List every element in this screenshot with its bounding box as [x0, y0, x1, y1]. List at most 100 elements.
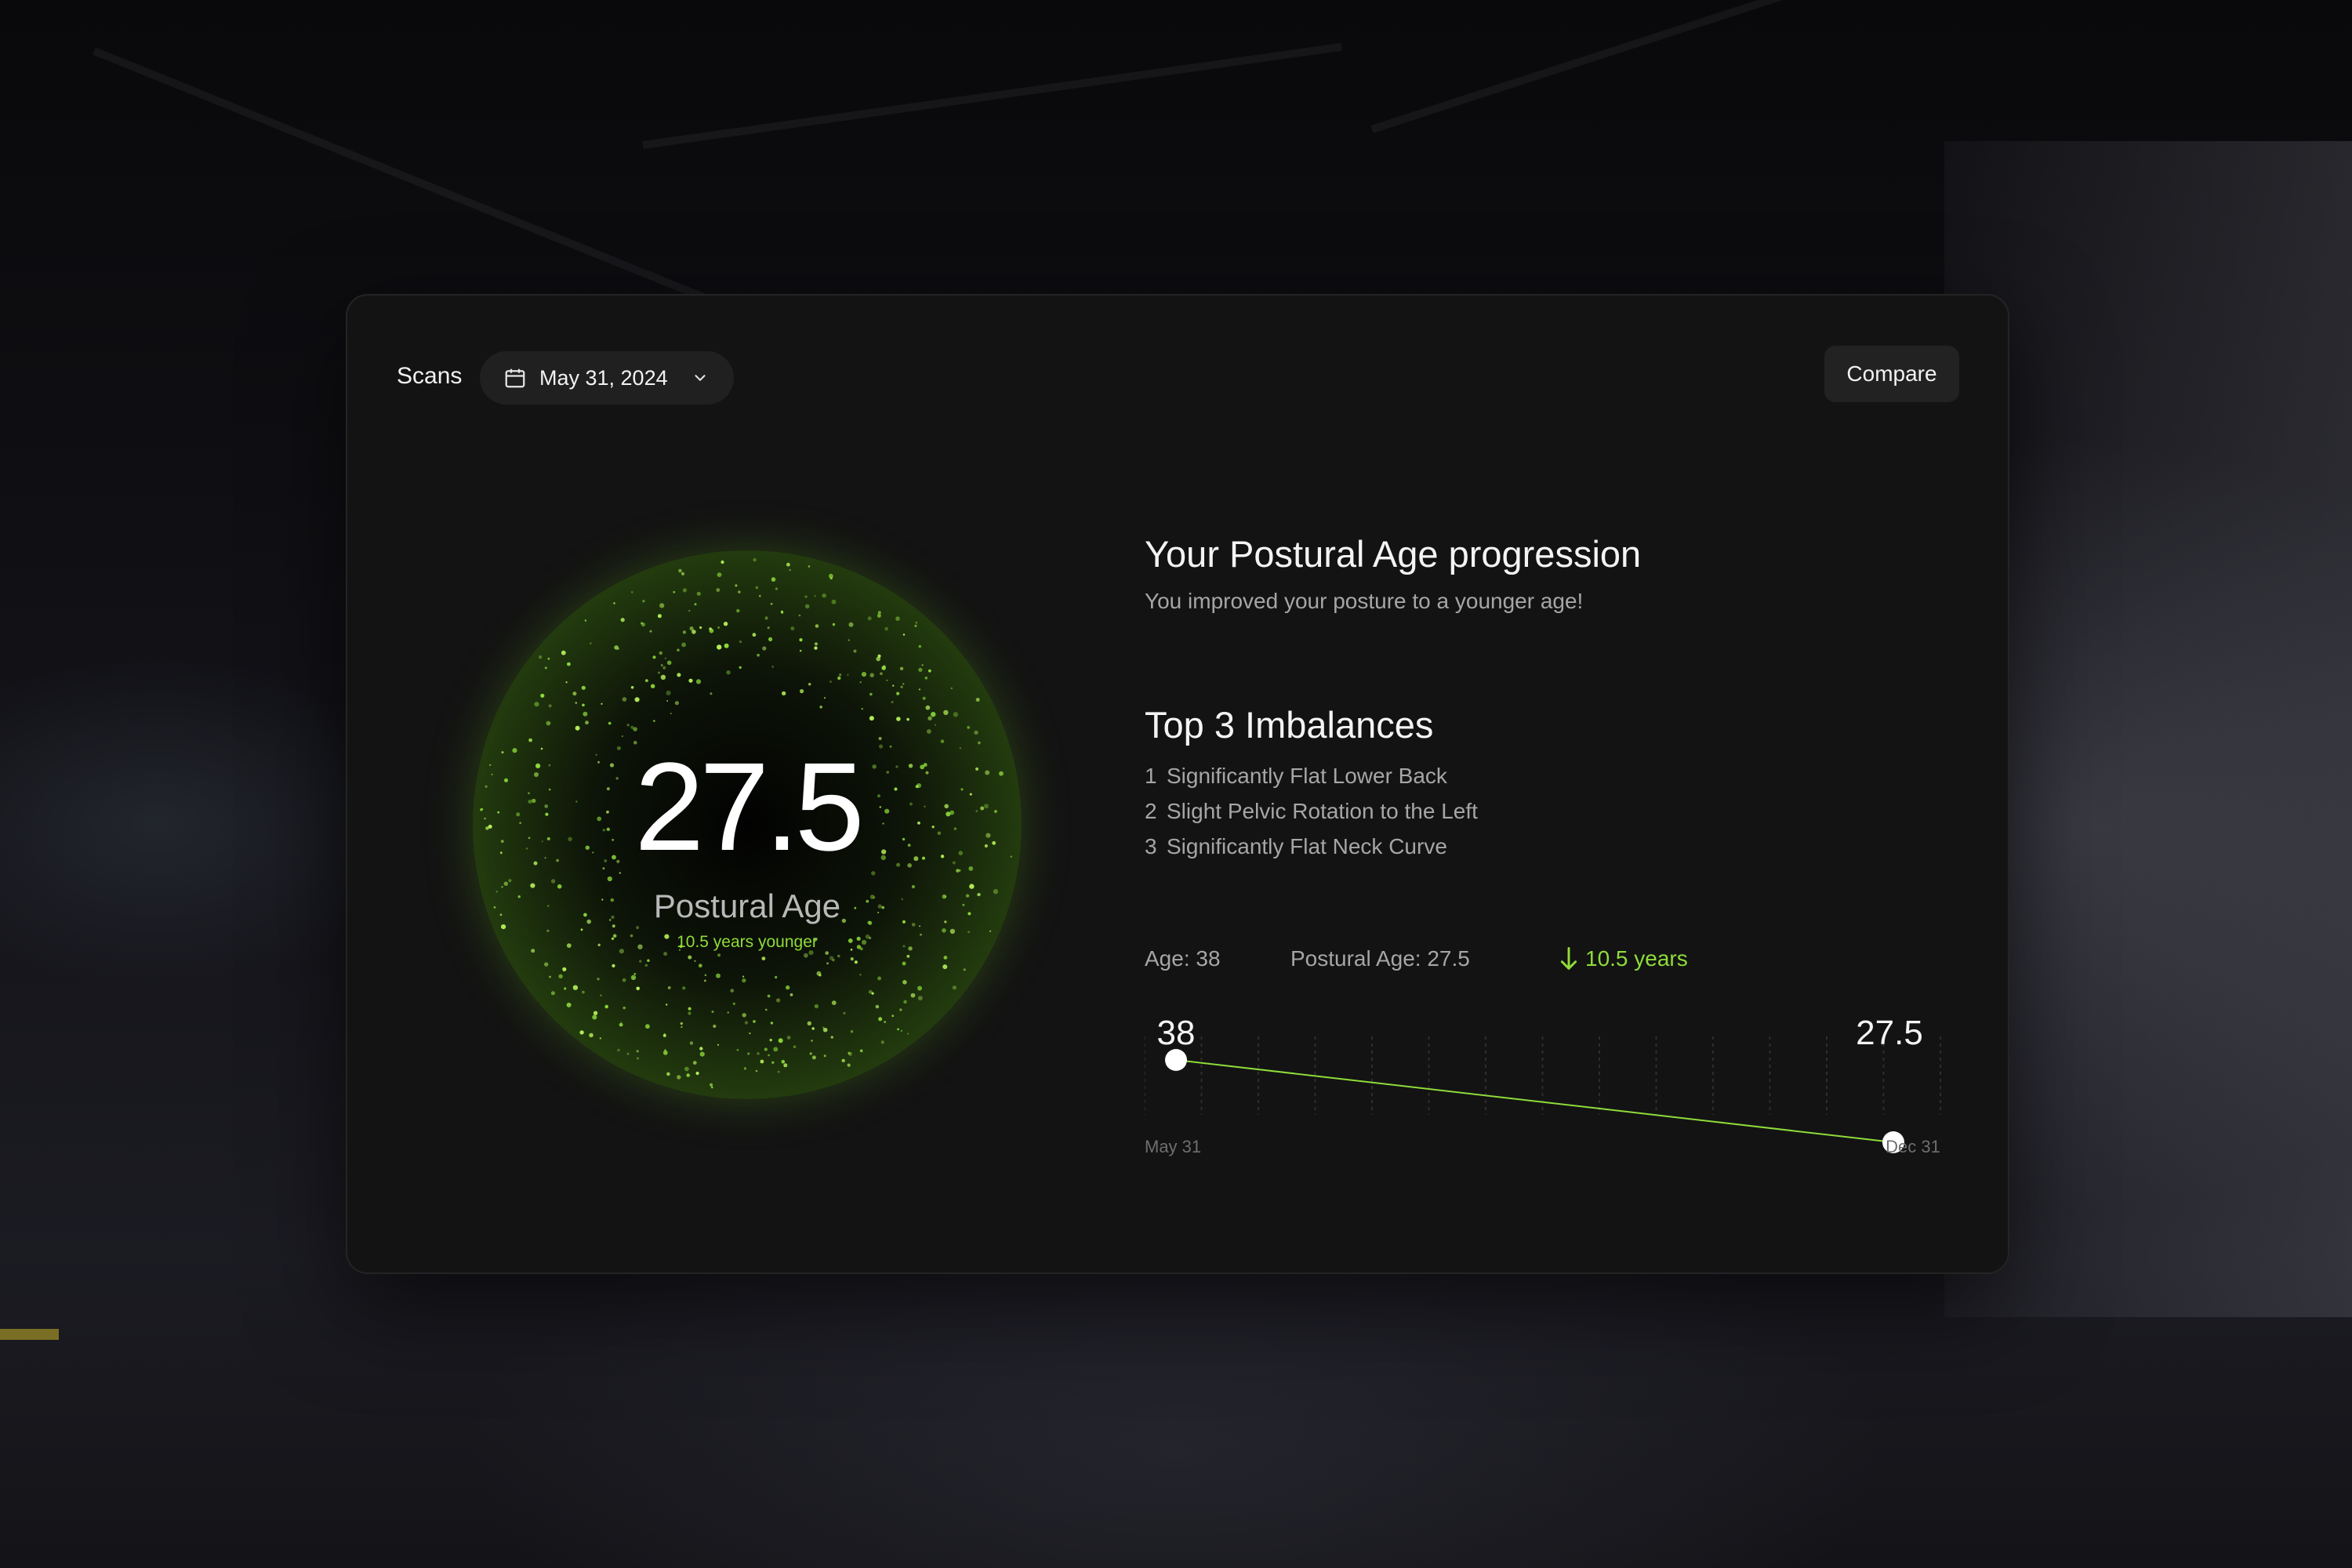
- orb-particle: [814, 646, 818, 650]
- orb-particle: [620, 1022, 622, 1023]
- imbalances-title: Top 3 Imbalances: [1145, 704, 1434, 746]
- orb-particle: [843, 1011, 846, 1014]
- orb-particle: [811, 1027, 815, 1030]
- orb-particle: [670, 713, 672, 715]
- imbalance-number: 3: [1145, 834, 1157, 858]
- orb-particle: [720, 560, 724, 564]
- orb-particle: [604, 1004, 608, 1009]
- orb-particle: [682, 986, 686, 990]
- orb-particle: [841, 1058, 845, 1062]
- orb-particle: [730, 989, 735, 993]
- orb-particle: [735, 584, 738, 587]
- compare-button[interactable]: Compare: [1824, 346, 1959, 402]
- orb-particle: [699, 626, 702, 630]
- postural-age-label: Postural Age: [653, 887, 841, 924]
- orb-particle: [884, 1021, 886, 1023]
- orb-particle: [917, 985, 923, 991]
- orb-particle: [572, 985, 579, 990]
- orb-particle: [662, 1033, 666, 1037]
- orb-particle: [681, 572, 685, 575]
- orb-particle: [742, 1013, 746, 1018]
- orb-particle: [633, 727, 637, 731]
- orb-particle: [891, 701, 894, 703]
- orb-particle: [717, 953, 721, 957]
- postural-age-stat: Postural Age: 27.5: [1290, 946, 1470, 971]
- orb-particle: [848, 639, 851, 641]
- orb-particle: [660, 664, 663, 666]
- orb-particle: [659, 603, 665, 608]
- orb-particle: [883, 665, 886, 668]
- orb-particle: [903, 1000, 907, 1004]
- orb-particle: [724, 643, 729, 648]
- orb-particle: [918, 644, 922, 648]
- orb-particle: [564, 987, 567, 990]
- orb-particle: [580, 928, 583, 931]
- orb-particle: [592, 1014, 597, 1020]
- orb-particle: [848, 1051, 852, 1056]
- postural-age-card: Scans May 31, 2024 Compare 27.5 Postural…: [346, 294, 2009, 1274]
- orb-particle: [678, 568, 682, 573]
- orb-particle: [859, 974, 862, 976]
- orb-particle: [699, 1051, 705, 1057]
- orb-particle: [877, 976, 881, 981]
- orb-particle: [942, 964, 948, 970]
- orb-particle: [950, 687, 953, 690]
- orb-particle: [814, 595, 816, 597]
- orb-particle: [786, 562, 790, 567]
- orb-particle: [906, 717, 909, 721]
- orb-particle: [789, 568, 791, 572]
- orb-particle: [902, 633, 906, 636]
- orb-particle: [771, 1061, 775, 1064]
- orb-particle: [822, 593, 826, 598]
- orb-particle: [641, 622, 643, 625]
- orb-particle: [550, 991, 555, 996]
- orb-particle: [658, 671, 660, 674]
- orb-particle: [953, 712, 959, 717]
- chart-point: [1165, 1049, 1187, 1071]
- orb-particle: [689, 1041, 694, 1045]
- scans-label: Scans: [397, 363, 463, 389]
- orb-particle: [931, 712, 936, 717]
- orb-particle: [659, 651, 662, 655]
- orb-particle: [800, 689, 804, 694]
- orb-particle: [886, 679, 888, 681]
- orb-particle: [548, 704, 552, 708]
- orb-particle: [585, 720, 589, 725]
- orb-particle: [847, 673, 849, 676]
- orb-particle: [839, 673, 842, 677]
- orb-particle: [816, 971, 822, 976]
- imbalance-text: Significantly Flat Neck Curve: [1167, 834, 1447, 858]
- orb-particle: [636, 986, 640, 991]
- orb-particle: [565, 681, 568, 684]
- orb-particle: [861, 708, 863, 710]
- arrow-down-icon: [1560, 946, 1577, 970]
- orb-particle: [664, 1049, 666, 1051]
- orb-particle: [782, 691, 786, 696]
- orb-particle: [698, 964, 702, 968]
- orb-particle: [630, 975, 637, 980]
- orb-particle: [830, 1036, 833, 1039]
- orb-particle: [749, 1032, 751, 1035]
- orb-particle: [900, 685, 903, 688]
- orb-particle: [850, 1030, 854, 1033]
- scan-date-dropdown[interactable]: May 31, 2024: [480, 351, 734, 405]
- orb-particle: [906, 1033, 909, 1035]
- postural-age-chart: 38 27.5 May 31 Dec 31: [1145, 1005, 1944, 1178]
- orb-particle: [544, 666, 547, 670]
- orb-particle: [757, 653, 760, 657]
- orb-particle: [819, 706, 822, 709]
- orb-particle: [811, 1040, 813, 1042]
- orb-particle: [717, 626, 720, 629]
- orb-particle: [765, 1008, 768, 1011]
- orb-particle: [753, 558, 757, 562]
- orb-particle: [688, 609, 691, 612]
- orb-particle: [943, 956, 948, 960]
- orb-particle: [667, 986, 671, 989]
- orb-particle: [924, 677, 928, 680]
- orb-particle: [915, 621, 918, 624]
- orb-particle: [822, 1027, 828, 1033]
- orb-particle: [919, 925, 921, 927]
- orb-particle: [755, 586, 759, 590]
- orb-particle: [681, 642, 686, 648]
- orb-particle: [566, 1002, 572, 1007]
